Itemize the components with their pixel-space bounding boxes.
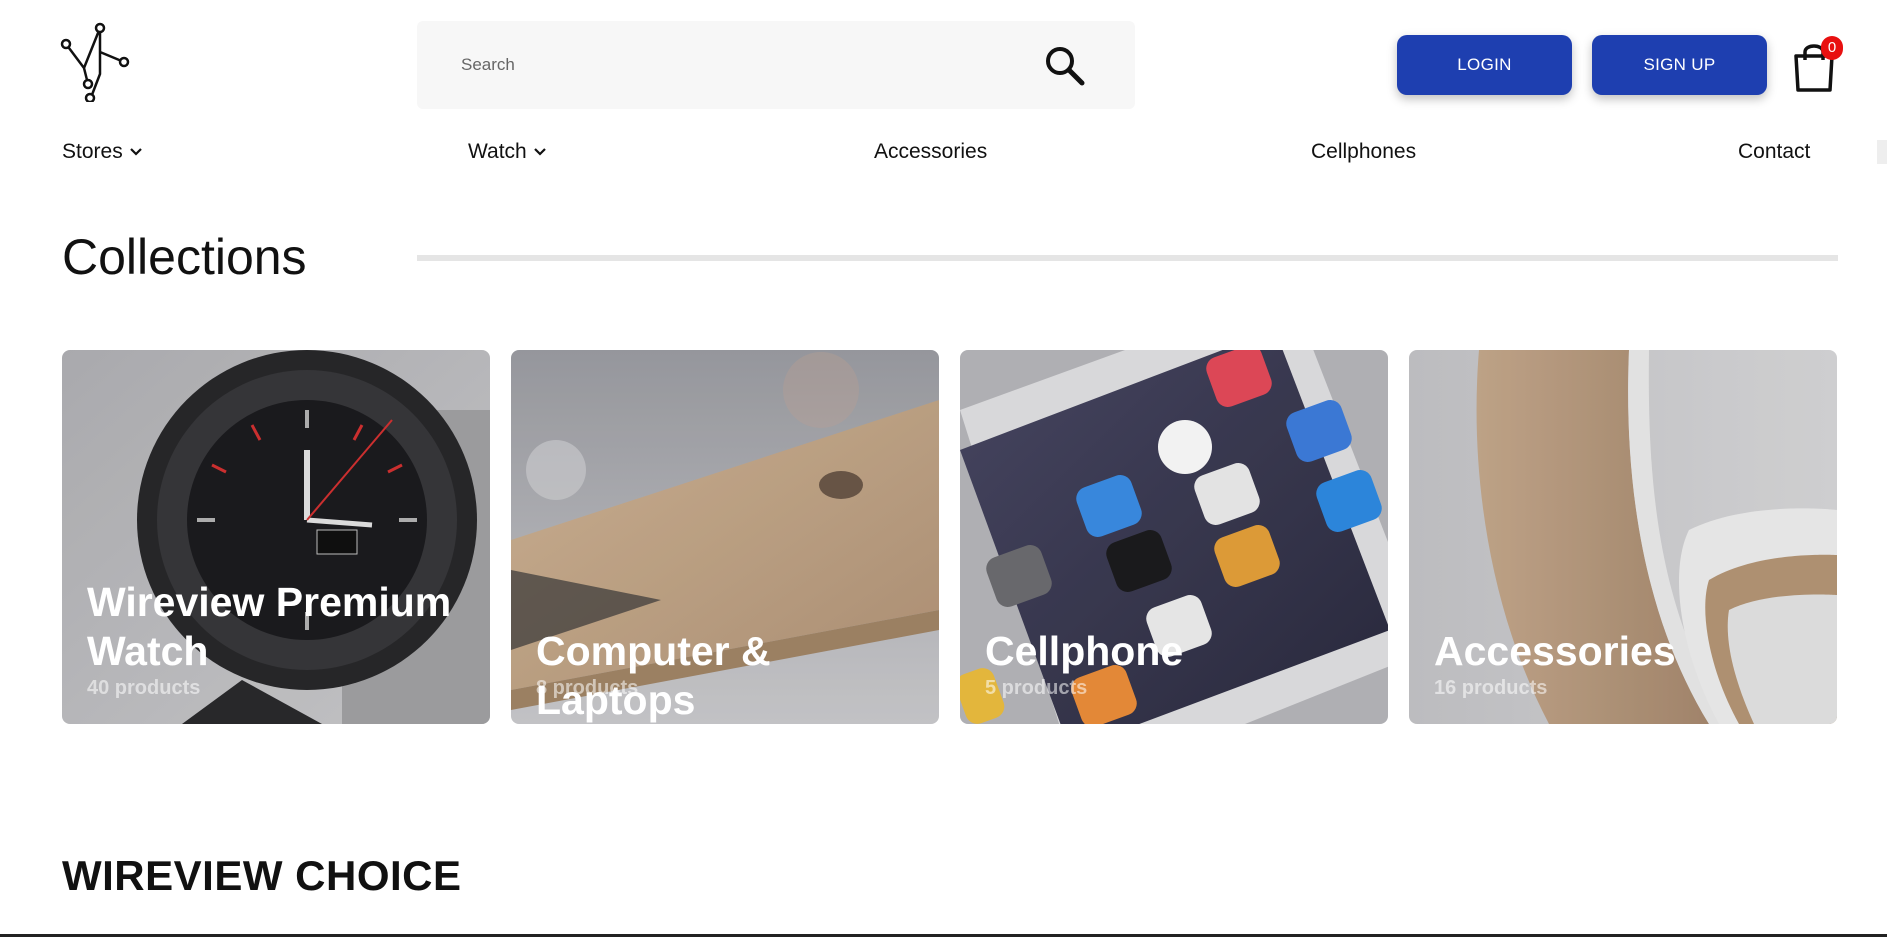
collection-card-accessories[interactable]: Accessories 16 products <box>1409 350 1837 724</box>
search-bar <box>417 21 1135 109</box>
search-icon[interactable] <box>1044 45 1086 87</box>
login-button[interactable]: LOGIN <box>1397 35 1572 95</box>
nav-overflow-edge <box>1877 140 1887 164</box>
nav-item-label: Cellphones <box>1311 140 1417 163</box>
nav-item-contact[interactable]: Contact <box>1738 140 1810 164</box>
nav-item-label: Accessories <box>874 140 988 163</box>
section-divider <box>0 934 1887 937</box>
card-product-count: 16 products <box>1434 677 1548 699</box>
collections-title: Collections <box>62 229 307 285</box>
title-divider <box>417 255 1838 261</box>
wireview-choice-title: WIREVIEW CHOICE <box>62 852 462 899</box>
nav-item-stores[interactable]: Stores <box>62 140 143 164</box>
card-title: Wireview Premium Watch <box>87 579 452 674</box>
card-product-count: 40 products <box>87 677 201 699</box>
card-title: Cellphone <box>985 628 1184 674</box>
chevron-down-icon <box>129 148 142 156</box>
nav-item-accessories[interactable]: Accessories <box>874 140 987 164</box>
collection-card-cellphone[interactable]: Cellphone 5 products <box>960 350 1388 724</box>
sign-up-button[interactable]: SIGN UP <box>1592 35 1767 95</box>
card-product-count: 5 products <box>985 677 1088 699</box>
collection-card-computers[interactable]: Computer & Laptops 8 products <box>511 350 939 724</box>
nav-item-label: Contact <box>1738 140 1811 163</box>
card-title: Accessories <box>1434 628 1676 674</box>
nav-item-watch[interactable]: Watch <box>468 140 547 164</box>
cart-count-badge: 0 <box>1821 36 1843 60</box>
chevron-down-icon <box>533 148 546 156</box>
nav-item-cellphones[interactable]: Cellphones <box>1311 140 1416 164</box>
wireview-logo[interactable] <box>60 22 132 102</box>
nav-item-label: Stores <box>62 140 123 163</box>
search-input[interactable] <box>461 21 1021 109</box>
collection-card-watch[interactable]: Wireview Premium Watch 40 products <box>62 350 490 724</box>
nav-item-label: Watch <box>468 140 527 163</box>
card-product-count: 8 products <box>536 677 639 699</box>
card-title: Computer & Laptops <box>536 628 771 723</box>
